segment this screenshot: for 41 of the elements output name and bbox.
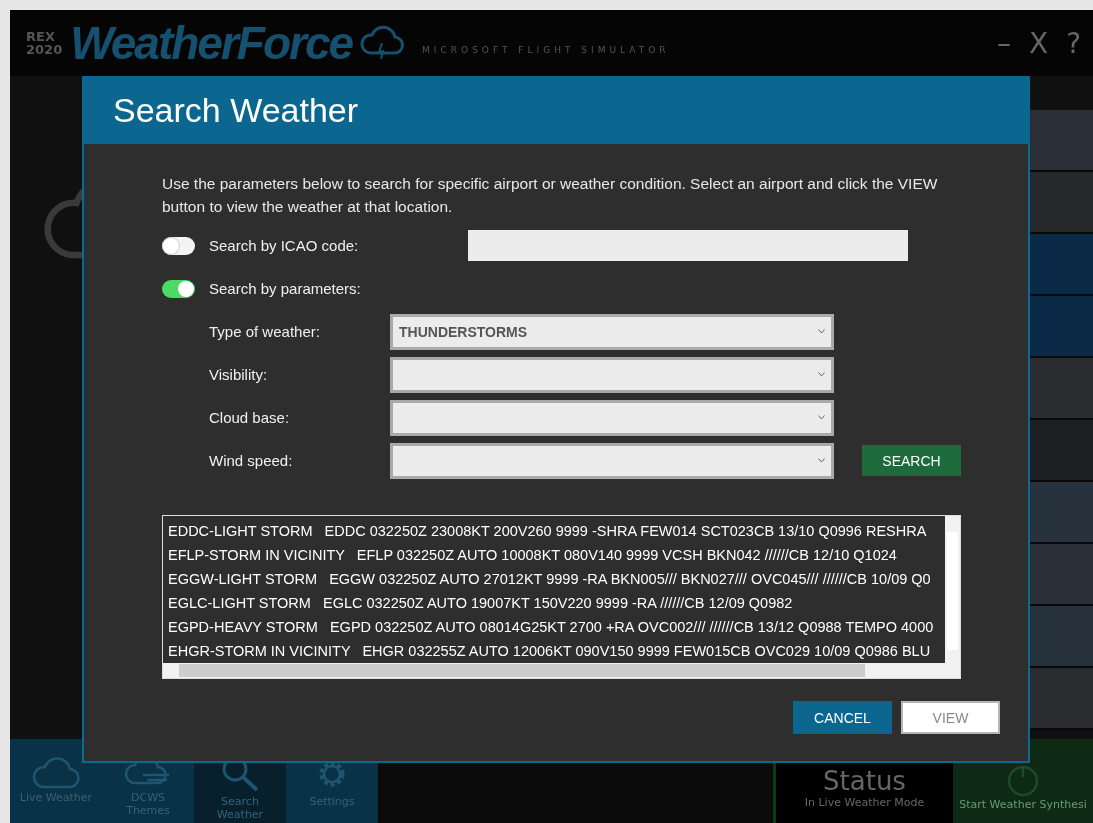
result-item[interactable]: EGLC-LIGHT STORM EGLC 032250Z AUTO 19007KT 150V220 9999 -RA //////CB 12/09 Q0982	[168, 591, 945, 615]
field-label: Visibility:	[209, 366, 269, 383]
dropdown-field[interactable]: THUNDERSTORMS	[390, 313, 834, 350]
chevron-down-icon	[818, 415, 825, 420]
vertical-scrollbar[interactable]	[945, 516, 960, 664]
logo-badge-text: REX	[26, 30, 56, 43]
status-subtitle: In Live Weather Mode	[804, 796, 925, 809]
window-control[interactable]: –	[996, 26, 1011, 60]
window-control[interactable]: X	[1028, 26, 1049, 60]
status-title: Status	[823, 766, 906, 796]
icao-code-field[interactable]	[468, 230, 908, 261]
result-item[interactable]: EHGR-STORM IN VICINITY EHGR 032255Z AUTO 12006KT 090V150 9999 FEW015CB OVC029 10/09 Q0986 BLU	[168, 639, 945, 663]
cancel-button[interactable]: CANCEL	[793, 701, 892, 734]
cloud-icon	[31, 755, 81, 789]
field-label: Cloud base:	[209, 409, 291, 426]
instructions-text: Use the parameters below to search for specific airport or weather condition. Select an airport and click the VIEW button to view the weather at that location.	[162, 174, 939, 217]
search-button[interactable]: SEARCH	[862, 445, 961, 476]
chevron-down-icon	[818, 372, 825, 377]
cloud-logo-icon	[360, 25, 405, 61]
toggle-switch[interactable]	[162, 236, 195, 255]
result-item[interactable]: EGGW-LIGHT STORM EGGW 032250Z AUTO 27012KT 9999 -RA BKN005/// BKN027/// OVC045/// //////CB 10/09 Q0	[168, 567, 945, 591]
field-label: Wind speed:	[209, 452, 294, 469]
horizontal-scrollbar[interactable]	[163, 663, 960, 678]
app-subtitle: MICROSOFT FLIGHT SIMULATOR	[422, 45, 670, 55]
chevron-down-icon	[818, 329, 825, 334]
toggle-label: Search by parameters:	[209, 280, 361, 297]
dialog-title: Search Weather	[113, 90, 359, 130]
chevron-down-icon	[818, 458, 825, 463]
field-label: Type of weather:	[209, 323, 321, 340]
result-item[interactable]: EDDC-LIGHT STORM EDDC 032250Z 23008KT 200V260 9999 -SHRA FEW014 SCT023CB 13/10 Q0996 RESHRA	[168, 519, 945, 543]
logo-badge-text: 2020	[26, 43, 63, 56]
dropdown-field[interactable]	[390, 399, 834, 436]
toggle-label: Search by ICAO code:	[209, 237, 359, 254]
window-control[interactable]: ?	[1066, 26, 1081, 60]
result-item[interactable]: EGPD-HEAVY STORM EGPD 032250Z AUTO 08014G25KT 2700 +RA OVC002/// //////CB 13/12 Q0988 TEMPO 4000	[168, 615, 945, 639]
dropdown-field[interactable]	[390, 442, 834, 479]
app-logo-text: WeatherForce	[70, 16, 353, 70]
power-icon	[1006, 764, 1040, 798]
toggle-switch[interactable]	[162, 279, 195, 298]
dropdown-field[interactable]	[390, 356, 834, 393]
result-item[interactable]: EFLP-STORM IN VICINITY EFLP 032250Z AUTO 10008KT 080V140 9999 VCSH BKN042 //////CB 12/10 Q1024	[168, 543, 945, 567]
